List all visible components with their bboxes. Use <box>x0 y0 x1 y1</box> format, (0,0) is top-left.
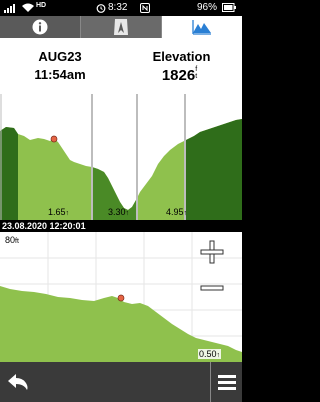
detail-distance-label: 0.50↑ <box>198 349 222 359</box>
zoom-in-button[interactable] <box>200 240 224 264</box>
elevation-value: 1826 <box>161 67 196 84</box>
back-arrow-icon <box>8 374 28 390</box>
status-time: 8:32 <box>108 2 128 13</box>
menu-icon <box>217 375 236 390</box>
tab-compass[interactable] <box>80 16 162 38</box>
timestamp-bar: 23.08.2020 12:20:01 <box>0 220 242 232</box>
signal-icon <box>4 4 15 13</box>
position-marker <box>50 135 58 143</box>
distance-marker-1: 1.65↑ <box>48 207 70 217</box>
compass-icon <box>114 19 128 35</box>
info-header: AUG23 11:54am Elevation 1826f t <box>0 38 242 94</box>
battery-percent: 96% <box>197 2 218 13</box>
tab-bar <box>0 16 242 38</box>
overview-right-dark-region <box>186 119 242 220</box>
bottom-bar <box>0 362 242 402</box>
tab-elevation[interactable] <box>162 16 242 38</box>
back-button[interactable] <box>0 362 36 402</box>
elevation-readout: 1826f t <box>121 66 242 85</box>
zoom-out-button[interactable] <box>200 283 224 293</box>
detail-scale-label: 80ft <box>4 235 20 245</box>
info-icon <box>32 19 48 35</box>
overview-chart-graphic <box>0 94 242 220</box>
elevation-unit-top: f <box>195 66 198 73</box>
nfc-icon <box>140 3 150 13</box>
detail-position-marker <box>117 294 125 302</box>
battery-icon <box>222 3 236 12</box>
elevation-unit-bottom: t <box>195 73 198 80</box>
hd-badge: HD <box>36 2 47 9</box>
menu-button[interactable] <box>210 362 242 402</box>
overview-elevation-chart[interactable]: 1.65↑ 3.30↑ 4.95↑ <box>0 94 242 220</box>
distance-marker-2: 3.30↑ <box>108 207 130 217</box>
wifi-icon <box>22 3 34 12</box>
time-value: 11:54am <box>34 67 86 82</box>
alarm-icon <box>96 4 106 13</box>
elevation-profile-icon <box>192 20 211 35</box>
status-bar: HD 8:32 96% <box>0 0 242 16</box>
tab-info[interactable] <box>0 16 80 38</box>
overview-left-dark-region <box>0 127 18 220</box>
distance-marker-3: 4.95↑ <box>166 207 188 217</box>
elevation-label: Elevation <box>152 49 211 64</box>
elevation-unit: ft <box>195 66 201 80</box>
date-value: AUG23 <box>38 49 82 64</box>
